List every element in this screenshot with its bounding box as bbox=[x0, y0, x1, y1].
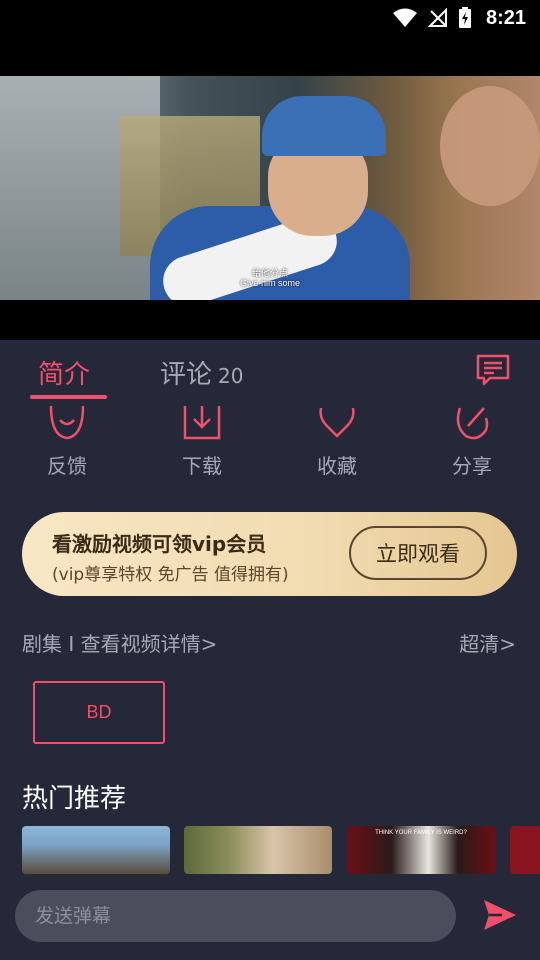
video-hands bbox=[440, 86, 540, 206]
tab-intro[interactable]: 简介 bbox=[38, 354, 90, 391]
thumbnail-caption: THINK YOUR FAMILY IS WEIRD? bbox=[375, 830, 467, 836]
download-icon bbox=[183, 406, 221, 440]
share-icon bbox=[456, 407, 489, 440]
video-person-cap bbox=[262, 96, 386, 156]
hot-recommendations-title: 热门推荐 bbox=[22, 784, 127, 814]
comments-count: 20 bbox=[218, 364, 244, 388]
recommendation-thumbnail[interactable] bbox=[22, 826, 170, 874]
battery-charging-icon bbox=[458, 7, 471, 28]
share-label: 分享 bbox=[452, 454, 492, 478]
danmu-list-icon[interactable] bbox=[476, 354, 510, 386]
subtitle-english: Give him some bbox=[239, 278, 301, 288]
download-label: 下载 bbox=[182, 454, 222, 478]
vip-banner-subtitle: (vip尊享特权 免广告 值得拥有) bbox=[52, 565, 289, 585]
action-row: 反馈 下载 收藏 分享 bbox=[0, 406, 540, 486]
quality-selector[interactable]: 超清> bbox=[459, 628, 516, 657]
watch-now-button[interactable]: 立即观看 bbox=[349, 526, 487, 580]
recommendation-thumbnail[interactable]: THINK YOUR FAMILY IS WEIRD? bbox=[347, 826, 495, 874]
video-frame[interactable]: 给他分点 Give him some bbox=[0, 76, 540, 300]
tab-active-indicator bbox=[30, 395, 107, 399]
vip-banner-title: 看激励视频可领vip会员 bbox=[52, 532, 267, 556]
favorite-button[interactable]: 收藏 bbox=[297, 406, 377, 479]
video-player[interactable]: 给他分点 Give him some bbox=[0, 36, 540, 340]
recommendation-thumbnail[interactable] bbox=[184, 826, 332, 874]
video-details-link[interactable]: 剧集 I 查看视频详情> bbox=[22, 628, 217, 657]
episode-button[interactable]: BD bbox=[33, 681, 165, 744]
recommendation-thumbnail[interactable] bbox=[510, 826, 540, 874]
share-button[interactable]: 分享 bbox=[432, 406, 512, 479]
recommendation-list: THINK YOUR FAMILY IS WEIRD? bbox=[22, 826, 540, 874]
vip-ad-banner[interactable]: 看激励视频可领vip会员 (vip尊享特权 免广告 值得拥有) 立即观看 bbox=[22, 512, 517, 596]
danmu-input[interactable] bbox=[15, 890, 456, 942]
status-icons: 8:21 bbox=[392, 4, 526, 32]
download-button[interactable]: 下载 bbox=[162, 406, 242, 479]
no-signal-icon bbox=[427, 8, 447, 27]
danmu-bar bbox=[0, 874, 540, 960]
tab-bar: 简介 评论 20 bbox=[0, 340, 540, 406]
heart-icon bbox=[319, 407, 355, 438]
send-icon[interactable] bbox=[482, 898, 518, 932]
favorite-label: 收藏 bbox=[317, 454, 357, 478]
feedback-label: 反馈 bbox=[47, 454, 87, 478]
status-time: 8:21 bbox=[485, 6, 526, 29]
status-bar: 8:21 bbox=[0, 0, 540, 36]
episodes-row: 剧集 I 查看视频详情> 超清> bbox=[0, 628, 540, 658]
tab-comments[interactable]: 评论 20 bbox=[160, 354, 243, 391]
wifi-icon bbox=[392, 8, 417, 27]
detail-panel: 简介 评论 20 反馈 下载 收藏 分享 看激励视频可领vip会员 (vip尊享… bbox=[0, 340, 540, 960]
feedback-button[interactable]: 反馈 bbox=[27, 406, 107, 479]
feedback-icon bbox=[49, 406, 85, 440]
tab-comments-label: 评论 bbox=[160, 360, 213, 390]
